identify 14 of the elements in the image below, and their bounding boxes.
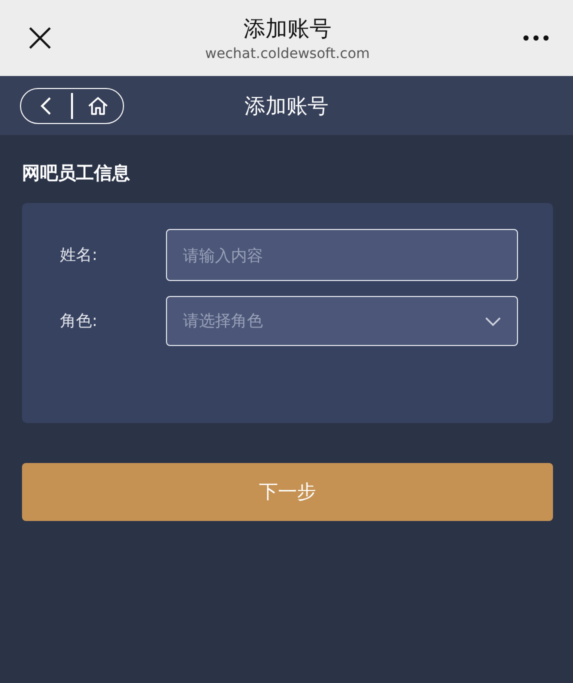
nav-title: 添加账号 [244, 92, 328, 120]
back-icon [40, 96, 52, 116]
next-button[interactable]: 下一步 [22, 463, 553, 521]
close-icon[interactable] [28, 26, 52, 50]
section-title: 网吧员工信息 [22, 162, 131, 185]
more-icon[interactable] [522, 35, 549, 41]
home-icon [86, 96, 109, 116]
field-label: 角色: [60, 310, 98, 332]
role-select[interactable]: 请选择角色 [166, 296, 518, 346]
field-label: 姓名: [60, 244, 98, 266]
chevron-down-icon [485, 316, 501, 326]
page-title: 添加账号 [243, 16, 332, 44]
url-text: wechat.coldewsoft.com [205, 46, 370, 62]
name-input[interactable]: 请输入内容 [166, 229, 518, 281]
